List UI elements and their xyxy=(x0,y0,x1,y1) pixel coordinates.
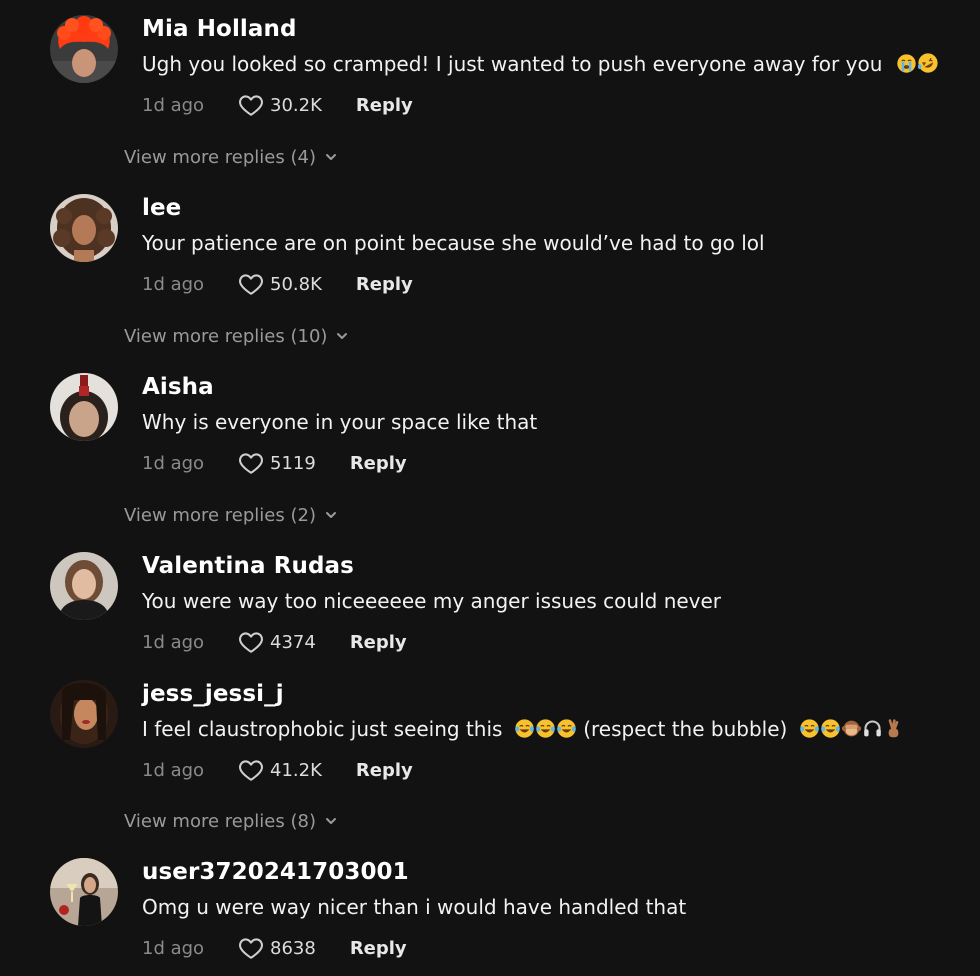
comment-meta: 1d ago 4374 Reply xyxy=(142,628,407,656)
comment-text: I feel claustrophobic just seeing this (… xyxy=(142,717,904,741)
comment-meta: 1d ago 50.8K Reply xyxy=(142,270,413,298)
heart-icon[interactable] xyxy=(238,935,264,961)
reply-button[interactable]: Reply xyxy=(356,760,413,781)
timestamp: 1d ago xyxy=(142,631,205,653)
face-with-tears-of-joy-icon xyxy=(556,718,577,739)
like-button[interactable]: 50.8K xyxy=(238,271,322,297)
comment-text: Your patience are on point because she w… xyxy=(142,231,765,255)
username[interactable]: user3720241703001 xyxy=(142,859,409,885)
like-button[interactable]: 4374 xyxy=(238,629,316,655)
view-more-replies[interactable]: View more replies (2) xyxy=(124,502,338,528)
face-with-tears-of-joy-icon xyxy=(799,718,820,739)
reply-button[interactable]: Reply xyxy=(356,274,413,295)
reply-button[interactable]: Reply xyxy=(350,938,407,959)
view-more-replies[interactable]: View more replies (8) xyxy=(124,808,338,834)
username[interactable]: lee xyxy=(142,195,181,221)
avatar[interactable] xyxy=(50,858,118,926)
like-count: 4374 xyxy=(270,631,316,653)
view-more-replies-label[interactable]: View more replies (8) xyxy=(124,811,316,832)
like-button[interactable]: 8638 xyxy=(238,935,316,961)
like-count: 5119 xyxy=(270,452,316,474)
comment-text-body: Ugh you looked so cramped! I just wanted… xyxy=(142,52,883,76)
comment-meta: 1d ago 8638 Reply xyxy=(142,934,407,962)
view-more-replies-label[interactable]: View more replies (2) xyxy=(124,505,316,526)
comment-text: Omg u were way nicer than i would have h… xyxy=(142,895,687,919)
chevron-down-icon[interactable] xyxy=(324,814,338,828)
comment-text-body: I feel claustrophobic just seeing this xyxy=(142,717,503,741)
username[interactable]: Valentina Rudas xyxy=(142,553,354,579)
heart-icon[interactable] xyxy=(238,757,264,783)
comment-meta: 1d ago 30.2K Reply xyxy=(142,91,413,119)
timestamp: 1d ago xyxy=(142,273,205,295)
timestamp: 1d ago xyxy=(142,94,205,116)
avatar[interactable] xyxy=(50,15,118,83)
like-button[interactable]: 30.2K xyxy=(238,92,322,118)
heart-icon[interactable] xyxy=(238,629,264,655)
comment-text: Why is everyone in your space like that xyxy=(142,410,538,434)
victory-hand-icon xyxy=(883,718,904,739)
loudly-crying-face-icon xyxy=(896,53,917,74)
heart-icon[interactable] xyxy=(238,450,264,476)
like-button[interactable]: 5119 xyxy=(238,450,316,476)
view-more-replies-label[interactable]: View more replies (10) xyxy=(124,326,327,347)
like-count: 30.2K xyxy=(270,94,322,116)
comment-meta: 1d ago 41.2K Reply xyxy=(142,756,413,784)
timestamp: 1d ago xyxy=(142,759,205,781)
avatar[interactable] xyxy=(50,373,118,441)
comment-text: Ugh you looked so cramped! I just wanted… xyxy=(142,52,939,76)
avatar[interactable] xyxy=(50,680,118,748)
comment-text: You were way too niceeeeee my anger issu… xyxy=(142,589,722,613)
timestamp: 1d ago xyxy=(142,452,205,474)
avatar[interactable] xyxy=(50,194,118,262)
chevron-down-icon[interactable] xyxy=(335,329,349,343)
username[interactable]: jess_jessi_j xyxy=(142,681,284,707)
like-count: 8638 xyxy=(270,937,316,959)
face-with-tears-of-joy-icon xyxy=(820,718,841,739)
view-more-replies-label[interactable]: View more replies (4) xyxy=(124,147,316,168)
face-with-tears-of-joy-icon xyxy=(535,718,556,739)
heart-icon[interactable] xyxy=(238,92,264,118)
like-count: 41.2K xyxy=(270,759,322,781)
reply-button[interactable]: Reply xyxy=(350,632,407,653)
avatar[interactable] xyxy=(50,552,118,620)
username[interactable]: Aisha xyxy=(142,374,214,400)
comment-text-body: (respect the bubble) xyxy=(583,717,788,741)
see-no-evil-monkey-icon xyxy=(841,718,862,739)
heart-icon[interactable] xyxy=(238,271,264,297)
username[interactable]: Mia Holland xyxy=(142,16,297,42)
face-with-tears-of-joy-icon xyxy=(514,718,535,739)
rolling-on-floor-laughing-icon xyxy=(917,52,939,74)
headphones-icon xyxy=(862,718,883,739)
like-button[interactable]: 41.2K xyxy=(238,757,322,783)
chevron-down-icon[interactable] xyxy=(324,150,338,164)
reply-button[interactable]: Reply xyxy=(350,453,407,474)
reply-button[interactable]: Reply xyxy=(356,95,413,116)
view-more-replies[interactable]: View more replies (10) xyxy=(124,323,349,349)
view-more-replies[interactable]: View more replies (4) xyxy=(124,144,338,170)
comment-meta: 1d ago 5119 Reply xyxy=(142,449,407,477)
chevron-down-icon[interactable] xyxy=(324,508,338,522)
timestamp: 1d ago xyxy=(142,937,205,959)
like-count: 50.8K xyxy=(270,273,322,295)
